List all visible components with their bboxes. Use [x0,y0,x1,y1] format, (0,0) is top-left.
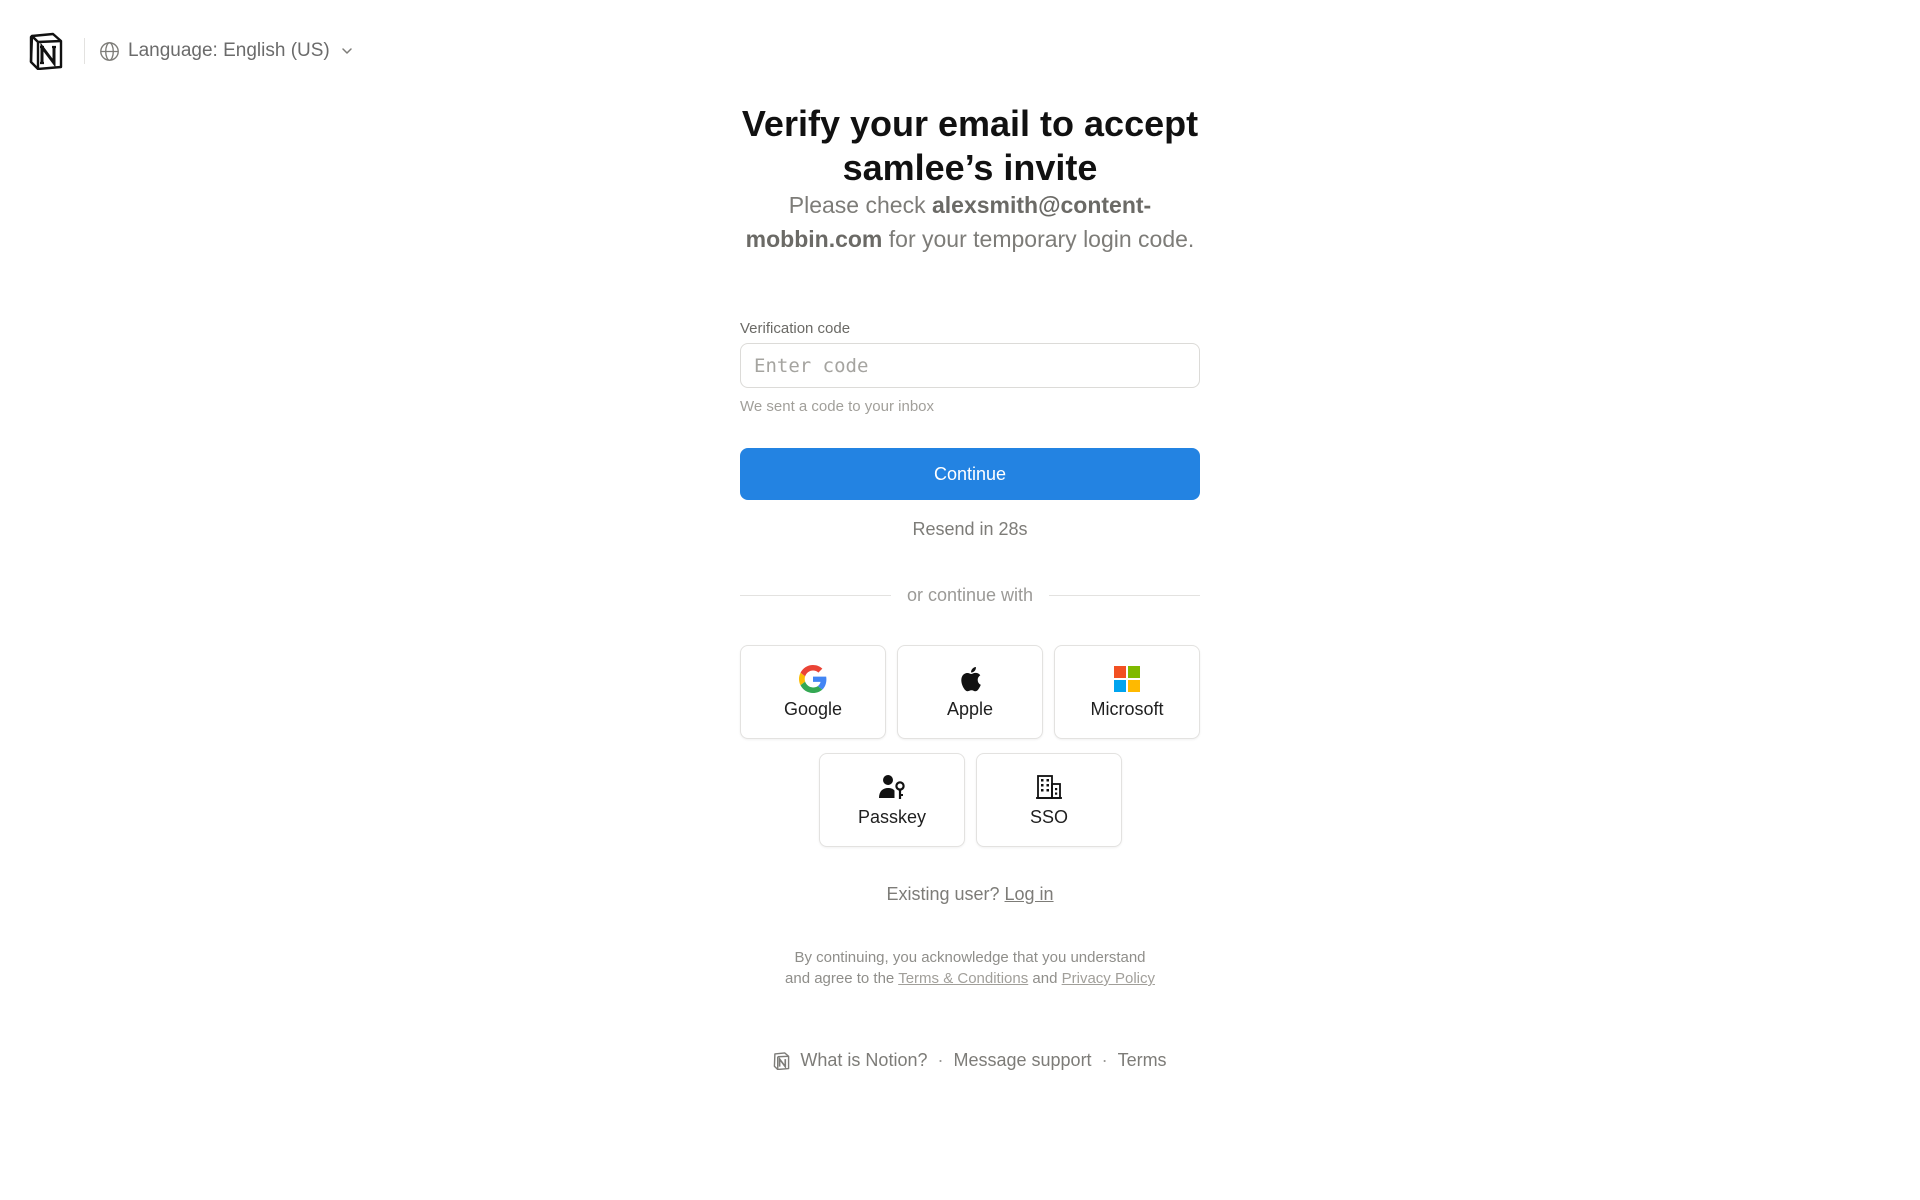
microsoft-login-button[interactable]: Microsoft [1054,645,1200,739]
subtitle-suffix: for your temporary login code. [882,226,1195,252]
microsoft-icon [1113,665,1141,693]
legal-and-text: and [1032,970,1058,987]
sso-login-label: SSO [1029,806,1068,827]
microsoft-login-label: Microsoft [1090,698,1164,719]
header-divider [84,38,85,64]
google-login-button[interactable]: Google [740,645,886,739]
passkey-login-label: Passkey [857,806,927,827]
divider-line-left [740,594,891,596]
building-icon [1035,773,1063,801]
existing-user-text: Existing user? [886,884,1000,904]
page-subtitle: Please check alexsmith@content-mobbin.co… [740,188,1200,256]
footer-separator: · [1101,1050,1108,1070]
apple-login-label: Apple [946,698,994,719]
terms-conditions-link[interactable]: Terms & Conditions [898,970,1028,987]
verification-hint: We sent a code to your inbox [740,398,935,415]
what-is-notion-link[interactable]: What is Notion? [800,1050,927,1071]
legal-line-2: and agree to the Terms & Conditions and … [740,968,1200,989]
legal-line-1: By continuing, you acknowledge that you … [794,949,1146,966]
legal-agree-text: and agree to the [785,970,895,987]
notion-logo-icon[interactable] [28,32,64,70]
or-divider: or continue with [740,583,1201,607]
divider-line-right [1049,594,1201,596]
chevron-down-icon [342,48,352,54]
language-selector[interactable]: Language: English (US) [99,36,354,66]
apple-login-button[interactable]: Apple [897,645,1043,739]
footer-separator: · [937,1050,944,1070]
page-title: Verify your email to accept samlee’s inv… [741,103,1199,188]
globe-icon [100,41,119,61]
passkey-login-button[interactable]: Passkey [819,753,965,847]
existing-user-prompt: Existing user? Log in [740,884,1200,905]
message-support-link[interactable]: Message support [953,1050,1091,1071]
privacy-policy-link[interactable]: Privacy Policy [1062,970,1155,987]
legal-notice: By continuing, you acknowledge that you … [740,947,1200,989]
footer-links: What is Notion? · Message support · Term… [740,1050,1200,1071]
log-in-link[interactable]: Log in [1005,884,1054,904]
verification-code-input[interactable] [740,343,1200,388]
google-login-label: Google [783,698,843,719]
continue-button[interactable]: Continue [740,448,1200,500]
language-label: Language: English (US) [128,40,330,61]
sso-login-button[interactable]: SSO [976,753,1122,847]
or-continue-text: or continue with [906,584,1034,605]
subtitle-prefix: Please check [788,192,932,218]
notion-mini-logo-icon [774,1051,790,1070]
google-icon [799,664,827,693]
resend-countdown: Resend in 28s [912,519,1028,539]
passkey-icon [878,773,906,801]
verification-code-label: Verification code [740,320,851,337]
footer-terms-link[interactable]: Terms [1118,1050,1167,1071]
apple-icon [956,665,984,693]
